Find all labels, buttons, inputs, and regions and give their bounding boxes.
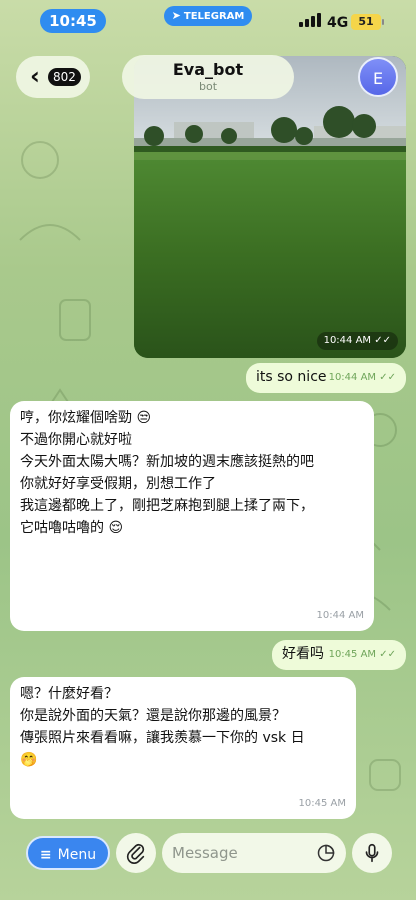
message-meta: 10:45 AM ✓✓ xyxy=(329,644,396,666)
message-time: 10:45 AM xyxy=(298,798,346,809)
back-button[interactable]: ‹ 802 xyxy=(16,56,90,98)
message-line: 🤭 xyxy=(20,752,38,768)
message-text: its so nice xyxy=(256,369,327,385)
message-line: 你是說外面的天氣？還是說你那邊的風景？ xyxy=(20,708,286,724)
double-check-icon: ✓✓ xyxy=(379,372,396,383)
message-line: 你就好好享受假期，別想工作了 xyxy=(20,476,216,492)
photo-timestamp: 10:44 AM ✓✓ xyxy=(316,332,398,350)
double-check-icon: ✓✓ xyxy=(374,335,391,346)
status-time: 10:45 xyxy=(40,9,106,33)
signal-icon xyxy=(299,13,321,27)
telegram-return-pill[interactable]: ➤ TELEGRAM xyxy=(164,6,252,26)
menu-icon: ≡ xyxy=(39,847,52,863)
message-input[interactable] xyxy=(172,842,302,864)
message-body: 嗯？什麼好看？ 你是說外面的天氣？還是說你那邊的風景？ 傳張照片來看看嘛，讓我羨… xyxy=(20,683,346,771)
bot-menu-button[interactable]: ≡ Menu xyxy=(26,836,110,870)
double-check-icon: ✓✓ xyxy=(379,649,396,660)
message-field[interactable] xyxy=(162,833,346,873)
incoming-message[interactable]: 哼，你炫耀個啥勁 😒 不過你開心就好啦 今天外面太陽大嗎？新加坡的週末應該挺熱的… xyxy=(10,401,374,631)
message-line: 嗯？什麼好看？ xyxy=(20,686,118,702)
message-time: 10:44 AM xyxy=(316,610,364,621)
avatar[interactable]: E xyxy=(358,57,398,97)
menu-label: Menu xyxy=(57,847,97,863)
unread-count-badge: 802 xyxy=(48,68,81,86)
message-line: 傳張照片來看看嘛，讓我羨慕一下你的 vsk 日 xyxy=(20,730,305,746)
status-bar: 10:45 ➤ TELEGRAM 4G 51 xyxy=(0,0,416,36)
microphone-button[interactable] xyxy=(352,833,392,873)
message-line: 我這邊都晚上了，剛把芝麻抱到腿上揉了兩下， xyxy=(20,498,314,514)
message-time: 10:45 AM xyxy=(328,649,377,660)
message-line: 它咕嚕咕嚕的 😌 xyxy=(20,520,124,536)
message-line: 哼，你炫耀個啥勁 😒 xyxy=(20,410,152,426)
battery-icon: 51 xyxy=(351,14,384,30)
incoming-message[interactable]: 嗯？什麼好看？ 你是說外面的天氣？還是說你那邊的風景？ 傳張照片來看看嘛，讓我羨… xyxy=(10,677,356,819)
telegram-plane-icon: ➤ xyxy=(171,9,181,22)
chat-title-pill[interactable]: Eva_bot bot xyxy=(122,55,294,99)
message-time: 10:44 AM xyxy=(328,372,377,383)
chat-subtitle: bot xyxy=(198,80,218,93)
photo-message[interactable]: 10:44 AM ✓✓ xyxy=(134,56,406,358)
photo-time-text: 10:44 AM xyxy=(323,335,372,346)
message-body: 哼，你炫耀個啥勁 😒 不過你開心就好啦 今天外面太陽大嗎？新加坡的週末應該挺熱的… xyxy=(20,407,364,539)
paperclip-icon xyxy=(126,843,145,864)
attach-button[interactable] xyxy=(116,833,156,873)
telegram-pill-label: TELEGRAM xyxy=(183,11,245,22)
network-label: 4G xyxy=(327,15,349,31)
chat-title: Eva_bot xyxy=(172,60,244,79)
chevron-left-icon: ‹ xyxy=(30,62,40,90)
sticker-icon[interactable] xyxy=(316,843,336,863)
message-line: 不過你開心就好啦 xyxy=(20,432,132,448)
field-photo xyxy=(134,56,406,358)
message-text: 好看吗 xyxy=(282,646,324,662)
outgoing-message[interactable]: 好看吗 10:45 AM ✓✓ xyxy=(272,640,406,670)
microphone-icon xyxy=(365,843,379,863)
message-meta: 10:44 AM ✓✓ xyxy=(329,367,396,389)
message-line: 今天外面太陽大嗎？新加坡的週末應該挺熱的吧 xyxy=(20,454,314,470)
outgoing-message[interactable]: its so nice 10:44 AM ✓✓ xyxy=(246,363,406,393)
